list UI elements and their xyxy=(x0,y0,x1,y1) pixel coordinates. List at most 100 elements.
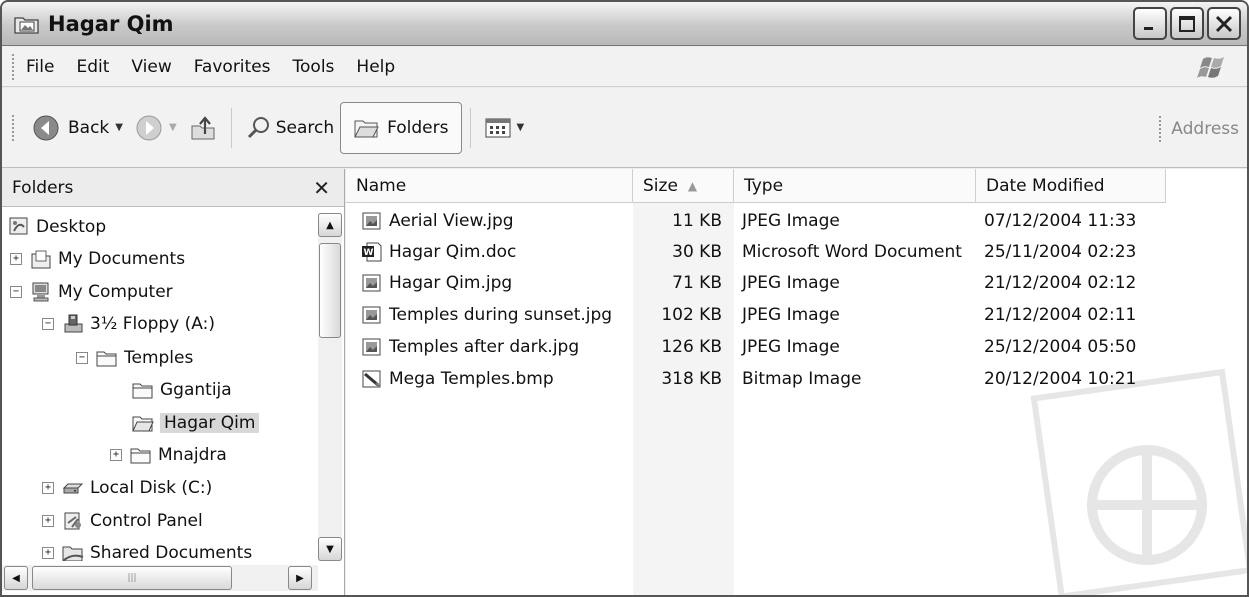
menu-edit[interactable]: Edit xyxy=(76,57,109,77)
minimize-button[interactable] xyxy=(1133,7,1167,40)
tree-item-mnajdra[interactable]: + Mnajdra xyxy=(110,439,227,471)
file-name: Hagar Qim.doc xyxy=(389,241,517,262)
maximize-icon xyxy=(1179,15,1195,32)
menu-file[interactable]: File xyxy=(26,57,54,77)
tree-item-desktop[interactable]: Desktop xyxy=(8,211,106,243)
address-grip[interactable] xyxy=(1159,116,1163,142)
column-header-date-modified[interactable]: Date Modified xyxy=(976,169,1166,203)
scroll-thumb[interactable] xyxy=(319,243,341,338)
expand-icon[interactable]: + xyxy=(110,449,122,461)
column-header-size[interactable]: Size ▲ xyxy=(633,169,734,203)
close-button[interactable] xyxy=(1207,7,1241,40)
file-type: JPEG Image xyxy=(742,272,840,293)
file-date: 20/12/2004 10:21 xyxy=(984,368,1137,389)
file-name-cell: Mega Temples.bmp xyxy=(346,369,633,389)
collapse-icon[interactable]: − xyxy=(42,318,54,330)
back-dropdown-icon[interactable]: ▼ xyxy=(115,122,123,133)
folder-icon xyxy=(132,383,153,399)
tree-item-control-panel[interactable]: + Control Panel xyxy=(42,505,203,537)
folders-horizontal-scrollbar[interactable]: ◀ ||| ▶ xyxy=(2,565,318,591)
jpeg-file-icon xyxy=(362,212,381,229)
file-date: 07/12/2004 11:33 xyxy=(984,210,1137,231)
scroll-left-button[interactable]: ◀ xyxy=(4,566,28,590)
menu-help[interactable]: Help xyxy=(356,57,395,77)
tree-item-shared-documents[interactable]: + Shared Documents xyxy=(42,537,252,561)
scroll-right-button[interactable]: ▶ xyxy=(288,566,312,590)
standard-toolbar: Back ▼ ▼ Search Folders ▼ Address xyxy=(2,88,1247,168)
title-bar[interactable]: Hagar Qim xyxy=(2,2,1247,46)
expand-icon[interactable]: + xyxy=(42,482,54,494)
chevron-right-icon: ▶ xyxy=(296,572,304,584)
chevron-up-icon: ▲ xyxy=(326,219,334,231)
tree-item-label: Local Disk (C:) xyxy=(90,478,213,498)
file-size: 11 KB xyxy=(672,210,722,231)
tree-item-local-disk[interactable]: + Local Disk (C:) xyxy=(42,472,212,504)
explorer-window: Hagar Qim File Edit View Favorites Tools… xyxy=(0,0,1249,597)
file-row[interactable]: Temples after dark.jpg 126 KB JPEG Image… xyxy=(346,331,1166,362)
bitmap-file-icon xyxy=(362,370,381,387)
folders-pane: Folders ✕ Desktop + My Documents − My Co… xyxy=(2,169,345,595)
address-label: Address xyxy=(1171,119,1239,139)
back-button[interactable]: Back ▼ xyxy=(26,103,129,153)
chevron-down-icon: ▼ xyxy=(326,543,334,555)
menu-grip[interactable] xyxy=(12,53,16,80)
file-row[interactable]: Hagar Qim.jpg 71 KB JPEG Image 21/12/200… xyxy=(346,267,1166,298)
hard-disk-icon xyxy=(62,483,84,494)
tree-item-ggantija[interactable]: Ggantija xyxy=(132,374,232,406)
search-button[interactable]: Search xyxy=(240,103,340,153)
address-bar-toggle[interactable]: Address xyxy=(1159,116,1239,142)
close-folders-pane-icon[interactable]: ✕ xyxy=(313,176,330,200)
folders-label: Folders xyxy=(387,117,449,138)
scroll-up-button[interactable]: ▲ xyxy=(318,213,342,237)
expand-icon[interactable]: + xyxy=(10,253,22,265)
file-row[interactable]: W Hagar Qim.doc 30 KB Microsoft Word Doc… xyxy=(346,236,1166,267)
folders-pane-title: Folders xyxy=(12,177,74,198)
file-row[interactable]: Mega Temples.bmp 318 KB Bitmap Image 20/… xyxy=(346,363,1166,394)
tree-item-label: Mnajdra xyxy=(158,445,227,465)
scroll-down-button[interactable]: ▼ xyxy=(318,537,342,561)
forward-dropdown-icon[interactable]: ▼ xyxy=(169,122,177,133)
folder-open-icon xyxy=(132,416,154,432)
tree-item-my-computer[interactable]: − My Computer xyxy=(10,276,173,308)
views-button[interactable]: ▼ xyxy=(479,103,531,153)
column-header-name[interactable]: Name xyxy=(346,169,633,203)
file-name-cell: W Hagar Qim.doc xyxy=(346,242,633,262)
collapse-icon[interactable]: − xyxy=(10,286,22,298)
menu-favorites[interactable]: Favorites xyxy=(194,57,271,77)
file-type: JPEG Image xyxy=(742,336,840,357)
file-type: JPEG Image xyxy=(742,210,840,231)
collapse-icon[interactable]: − xyxy=(76,352,88,364)
menu-tools[interactable]: Tools xyxy=(293,57,335,77)
expand-icon[interactable]: + xyxy=(42,515,54,527)
file-size: 318 KB xyxy=(661,368,722,389)
file-date: 25/11/2004 02:23 xyxy=(984,241,1137,262)
expand-icon[interactable]: + xyxy=(42,547,54,559)
column-headers: Name Size ▲ Type Date Modified xyxy=(346,169,1166,203)
maximize-button[interactable] xyxy=(1170,7,1204,40)
tree-item-floppy[interactable]: − 3½ Floppy (A:) xyxy=(42,308,215,340)
file-size: 71 KB xyxy=(672,272,722,293)
sort-ascending-icon: ▲ xyxy=(687,179,698,193)
column-header-type[interactable]: Type xyxy=(734,169,976,203)
tree-item-label: Control Panel xyxy=(90,511,203,531)
forward-button[interactable]: ▼ xyxy=(129,103,183,153)
window-title: Hagar Qim xyxy=(48,11,174,36)
file-row[interactable]: Aerial View.jpg 11 KB JPEG Image 07/12/2… xyxy=(346,205,1166,236)
file-row[interactable]: Temples during sunset.jpg 102 KB JPEG Im… xyxy=(346,299,1166,330)
folders-button[interactable]: Folders xyxy=(340,101,462,154)
folders-vertical-scrollbar[interactable]: ▲ ▼ xyxy=(318,213,342,561)
menu-view[interactable]: View xyxy=(131,57,171,77)
file-size: 126 KB xyxy=(661,336,722,357)
toolbar-grip[interactable] xyxy=(12,114,16,141)
word-file-icon: W xyxy=(362,242,382,261)
up-folder-button[interactable] xyxy=(183,103,223,153)
file-date: 25/12/2004 05:50 xyxy=(984,336,1137,357)
file-size: 102 KB xyxy=(661,304,722,325)
tree-item-my-documents[interactable]: + My Documents xyxy=(10,243,185,275)
tree-item-label: My Documents xyxy=(58,249,186,269)
scroll-thumb[interactable]: ||| xyxy=(32,566,232,590)
minimize-icon xyxy=(1144,26,1153,30)
tree-item-hagar-qim[interactable]: Hagar Qim xyxy=(132,407,260,439)
tree-item-temples[interactable]: − Temples xyxy=(76,342,193,374)
tree-item-label: Hagar Qim xyxy=(160,413,260,433)
